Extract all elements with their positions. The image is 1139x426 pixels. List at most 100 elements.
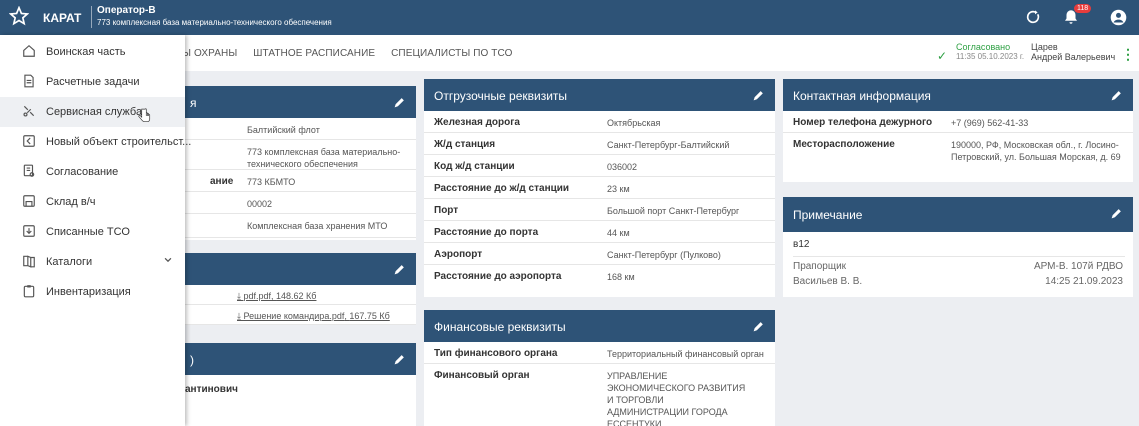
note-author-rank: Прапорщик — [793, 261, 847, 272]
port-distance-key: Расстояние до порта — [434, 227, 539, 238]
sidebar-item-label: Новый объект строительст... — [46, 136, 192, 148]
railway-key: Железная дорога — [434, 117, 520, 128]
user-name: Оператор-В — [97, 5, 156, 16]
sidebar-item-label: Воинская часть — [46, 46, 126, 58]
notification-badge: 118 — [1074, 4, 1092, 13]
sidebar-item-calc-tasks[interactable]: Расчетные задачи — [0, 67, 185, 97]
station-key: Ж/д станция — [434, 139, 496, 150]
note-text: в12 — [793, 239, 810, 250]
book-icon — [23, 255, 35, 268]
approval-time: 11:35 05.10.2023 г. — [956, 52, 1025, 61]
sidebar-item-service[interactable]: Сервисная служба — [0, 97, 185, 127]
sidebar-item-written-off[interactable]: Списанные ТСО — [0, 217, 185, 247]
edit-icon[interactable] — [752, 320, 765, 333]
approval-status: Согласовано — [956, 42, 1011, 52]
more-menu-icon[interactable]: ⋮ — [1121, 46, 1135, 63]
edit-icon[interactable] — [1110, 207, 1123, 220]
file-size: 148.62 Кб — [276, 291, 317, 301]
checkmark-icon: ✓ — [937, 49, 948, 63]
approval-icon — [23, 164, 35, 177]
commander-name: антинович — [185, 384, 238, 395]
airport-distance-value: 168 км — [607, 272, 635, 282]
shipping-row: Расстояние до аэропорта 168 км — [424, 265, 775, 287]
file-size: 167.75 Кб — [349, 311, 390, 321]
finance-row: Финансовый орган УПРАВЛЕНИЕ ЭКОНОМИЧЕСКОГ… — [424, 364, 775, 426]
short-name-key: ание — [210, 176, 234, 187]
station-code-value: 036002 — [607, 162, 638, 172]
new-object-icon — [23, 135, 35, 147]
account-icon[interactable] — [1110, 9, 1127, 26]
station-distance-value: 23 км — [607, 184, 630, 194]
shipping-row: Расстояние до порта 44 км — [424, 221, 775, 243]
sidebar-item-label: Сервисная служба — [46, 106, 143, 118]
shipping-row: Порт Большой порт Санкт-Петербург — [424, 199, 775, 221]
note-datetime: 14:25 21.09.2023 — [1045, 276, 1123, 287]
file-link[interactable]: ⤓ pdf.pdf, 148.62 Кб — [237, 290, 316, 302]
top-bar: КАРАТ Оператор-В 773 комплексная база ма… — [0, 0, 1139, 35]
finance-type-value: Территориальный финансовый орган — [607, 349, 764, 359]
contact-info-card: Контактная информация Номер телефона деж… — [783, 79, 1133, 182]
warehouse-icon — [23, 195, 35, 207]
phone-value: +7 (969) 562-41-33 — [951, 118, 1029, 128]
finance-details-card: Финансовые реквизиты Тип финансового орг… — [424, 310, 775, 426]
sidebar-item-inventory[interactable]: Инвентаризация — [0, 277, 185, 307]
station-code-key: Код ж/д станции — [434, 161, 515, 172]
sidebar-item-military-unit[interactable]: Воинская часть — [0, 37, 185, 67]
shipping-row: Расстояние до ж/д станции 23 км — [424, 177, 775, 199]
fleet-value: Балтийский флот — [247, 125, 320, 135]
favorite-star-icon[interactable] — [9, 6, 29, 26]
location-value: 190000, РФ, Московская обл., г. Лосино-П… — [951, 140, 1121, 162]
sidebar-item-catalogs[interactable]: Каталоги — [0, 247, 185, 277]
finance-row: Тип финансового органа Территориальный фи… — [424, 342, 775, 364]
railway-value: Октябрьская — [607, 118, 661, 128]
file-link[interactable]: ⤓ Решение командира.pdf, 167.75 Кб — [237, 310, 390, 322]
sidebar-item-approval[interactable]: Согласование — [0, 157, 185, 187]
commander-card: ) антинович — [180, 343, 416, 426]
chevron-down-icon[interactable] — [163, 255, 173, 265]
contact-row: Месторасположение 190000, РФ, Московская … — [783, 133, 1133, 181]
shipping-details-card: Отгрузочные реквизиты Железная дорога Окт… — [424, 79, 775, 297]
tab-staff-schedule[interactable]: ШТАТНОЕ РАСПИСАНИЕ — [253, 48, 375, 59]
note-card: Примечание в12 Прапорщик Васильев В. В. … — [783, 197, 1133, 297]
sidebar-item-label: Склад в/ч — [46, 196, 96, 208]
info-row: антинович — [180, 375, 416, 405]
note-station: АРМ-В. 107й РДВО — [1033, 261, 1123, 272]
phone-key: Номер телефона дежурного — [793, 117, 933, 128]
sidebar-item-label: Расчетные задачи — [46, 76, 140, 88]
edit-icon[interactable] — [1110, 89, 1123, 102]
tab-bar: КТЫ ОХРАНЫ ШТАТНОЕ РАСПИСАНИЕ СПЕЦИАЛИСТ… — [170, 48, 525, 59]
tab-tso-specialists[interactable]: СПЕЦИАЛИСТЫ ПО ТСО — [391, 48, 512, 59]
card-title: ) — [190, 353, 194, 367]
location-key: Месторасположение — [793, 139, 895, 150]
edit-icon[interactable] — [393, 353, 406, 366]
approver-first-name: Андрей Валерьевич — [1031, 52, 1116, 62]
home-icon — [23, 44, 35, 57]
app-name[interactable]: КАРАТ — [43, 11, 81, 25]
sidebar-item-warehouse[interactable]: Склад в/ч — [0, 187, 185, 217]
sidebar-item-label: Каталоги — [46, 256, 93, 268]
org-name: 773 комплексная база материально-техниче… — [97, 18, 332, 27]
info-row: 00002 — [180, 192, 416, 214]
file-name: pdf.pdf — [243, 291, 272, 301]
file-name: Решение командира.pdf — [243, 311, 345, 321]
finance-type-key: Тип финансового органа — [434, 348, 558, 359]
port-key: Порт — [434, 205, 459, 216]
approver-last-name: Царев — [1031, 42, 1058, 52]
sidebar-item-label: Согласование — [46, 166, 119, 178]
note-author-name: Васильев В. В. — [793, 276, 863, 287]
edit-icon[interactable] — [752, 89, 765, 102]
edit-icon[interactable] — [393, 263, 406, 276]
navigation-sidebar: Воинская часть Расчетные задачи Сервисна… — [0, 35, 191, 426]
card-header: ) — [180, 343, 416, 375]
card-title: Отгрузочные реквизиты — [434, 89, 568, 103]
refresh-icon[interactable] — [1025, 9, 1041, 25]
card-title: Финансовые реквизиты — [434, 320, 566, 334]
info-row: 773 комплексная база материально-техниче… — [180, 140, 416, 170]
sidebar-item-label: Списанные ТСО — [46, 226, 130, 238]
edit-icon[interactable] — [393, 96, 406, 109]
finance-body-value: УПРАВЛЕНИЕ ЭКОНОМИЧЕСКОГО РАЗВИТИЯ И ТОР… — [607, 371, 746, 426]
port-value: Большой порт Санкт-Петербург — [607, 206, 740, 216]
sidebar-item-label: Инвентаризация — [46, 286, 131, 298]
sidebar-item-new-construction[interactable]: Новый объект строительст... — [0, 127, 191, 157]
finance-body-key: Финансовый орган — [434, 370, 530, 381]
